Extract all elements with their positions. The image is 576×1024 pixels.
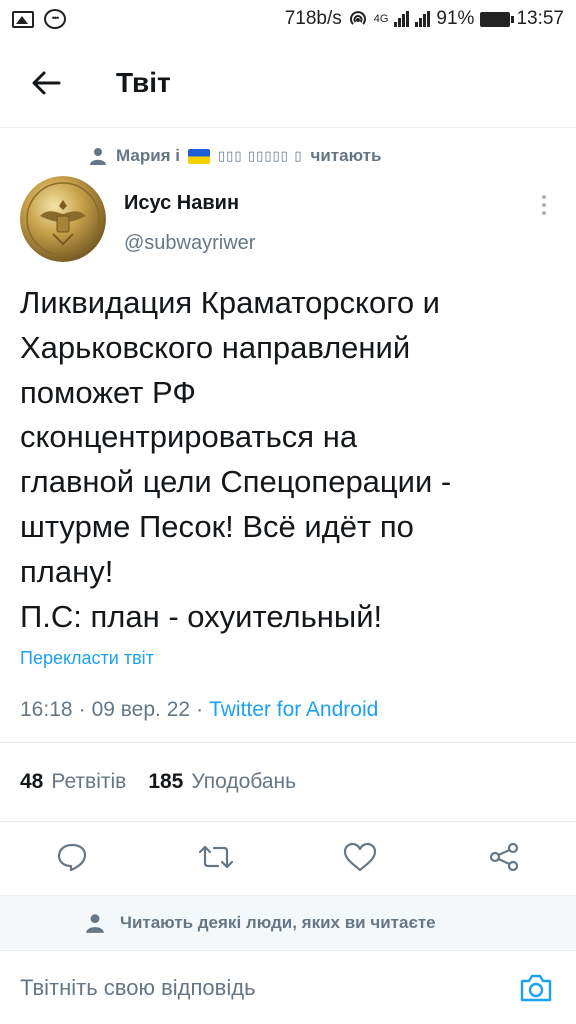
retweets-stat[interactable]: 48 Ретвітів [20, 770, 126, 794]
network-type: 4G [373, 13, 389, 25]
signal-icon-2 [415, 11, 431, 27]
status-right: 718b/s 4G 91% 13:57 [285, 8, 564, 30]
network-speed: 718b/s [284, 8, 342, 29]
avatar[interactable] [20, 176, 106, 262]
person-icon [90, 148, 106, 165]
tweet-date: 09 вер. 22 [91, 698, 191, 721]
tweet-source-link[interactable]: Twitter for Android [209, 698, 378, 722]
share-button[interactable] [484, 837, 524, 877]
camera-icon [520, 974, 552, 1001]
social-context-name: Мария і [116, 146, 181, 165]
page-title: Твіт [116, 66, 171, 98]
reply-bar [0, 950, 576, 1024]
likes-stat[interactable]: 185 Уподобань [148, 770, 296, 794]
hotspot-icon [349, 11, 366, 25]
clock: 13:57 [516, 8, 564, 29]
reply-button[interactable] [52, 837, 92, 877]
message-icon: ••• [44, 9, 66, 29]
like-icon [343, 842, 377, 872]
social-context-suffix: читають [310, 146, 382, 165]
more-vertical-icon-dot [542, 211, 546, 215]
tweet-text: Ликвидация Краматорского и Харьковского … [20, 285, 452, 634]
eagle-button-avatar-image [20, 176, 106, 262]
social-context-garbled: ▯▯▯ ▯▯▯▯▯ ▯ [218, 148, 303, 164]
retweet-button[interactable] [196, 837, 236, 877]
followed-by-banner[interactable]: Читають деякі люди, яких ви читаєте [0, 895, 576, 949]
reply-icon [57, 843, 87, 872]
battery-percent: 91% [436, 8, 475, 29]
battery-icon [480, 11, 515, 27]
image-icon [12, 10, 34, 28]
followed-by-text: Читають деякі люди, яких ви читаєте [120, 912, 436, 932]
back-arrow-icon [32, 71, 61, 94]
more-options-button[interactable] [532, 190, 556, 220]
retweet-icon [198, 845, 234, 869]
likes-label: Уподобань [191, 770, 297, 793]
signal-icon [394, 11, 410, 27]
reply-input[interactable] [20, 974, 516, 1001]
tweet-time: 16:18 [20, 698, 73, 721]
tweet-actions [0, 823, 576, 891]
app-header: Твіт [0, 38, 576, 128]
social-context[interactable]: Мария і ▯▯▯ ▯▯▯▯▯ ▯ читають [88, 146, 381, 166]
retweets-count: 48 [20, 770, 44, 793]
tweet-stats: 48 Ретвітів 185 Уподобань [0, 742, 576, 822]
tweet-meta: 16:18 · 09 вер. 22 · Twitter for Android [20, 698, 378, 722]
ukraine-flag-icon [188, 148, 211, 164]
meta-separator: · [196, 698, 204, 721]
camera-button[interactable] [516, 968, 556, 1008]
translate-tweet-link[interactable]: Перекласти твіт [20, 648, 154, 669]
retweets-label: Ретвітів [51, 770, 127, 793]
likes-count: 185 [148, 770, 184, 793]
status-bar: ••• 718b/s 4G 91% 13:57 [0, 0, 576, 38]
share-icon [489, 842, 519, 872]
person-icon [86, 913, 104, 933]
more-vertical-icon-dot [542, 195, 546, 199]
back-button[interactable] [16, 53, 76, 113]
like-button[interactable] [340, 837, 380, 877]
meta-separator: · [78, 698, 86, 721]
author-handle[interactable]: @subwayriwer [124, 232, 255, 255]
status-left: ••• [12, 9, 66, 29]
more-vertical-icon-dot [542, 203, 546, 207]
author-name[interactable]: Исус Навин [124, 192, 239, 215]
